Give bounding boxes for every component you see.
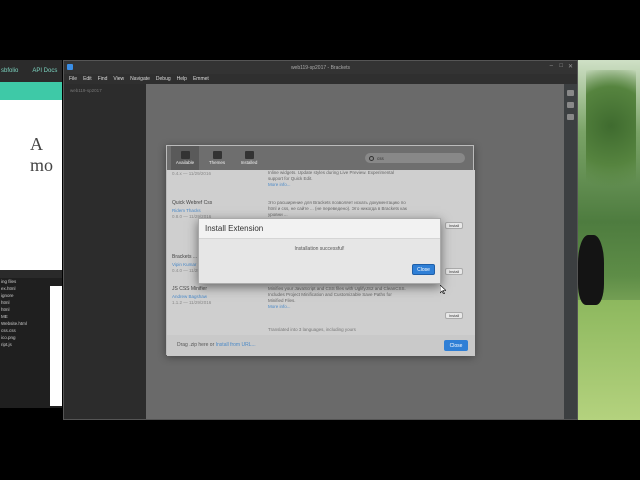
install-button[interactable]: Install	[445, 268, 463, 275]
minimize-icon[interactable]: –	[550, 63, 553, 69]
menu-help[interactable]: Help	[177, 76, 187, 82]
menu-view[interactable]: View	[113, 76, 124, 82]
extension-name: JS CSS Minifier	[172, 286, 208, 292]
project-sidebar: web119-sp2017	[64, 84, 146, 419]
background-hero-text: A mo	[30, 134, 54, 175]
tab-available[interactable]: Available	[171, 146, 199, 170]
extension-description: Это расширение для Brackets позволяет ис…	[268, 200, 407, 217]
menu-bar: File Edit Find View Navigate Debug Help …	[64, 74, 577, 84]
extension-name: Quick Webref Css	[172, 200, 213, 206]
menu-navigate[interactable]: Navigate	[130, 76, 150, 82]
extension-footer: Drag .zip here or Install from URL... Cl…	[167, 335, 475, 356]
background-spacer	[0, 100, 62, 114]
project-name[interactable]: web119-sp2017	[64, 84, 146, 97]
install-dialog-title: Install Extension	[199, 219, 440, 239]
extension-description: Inline widgets. Update styles during Liv…	[268, 170, 408, 188]
dog-image	[578, 235, 604, 305]
tab-label: Available	[175, 160, 195, 165]
window-title: web119-sp2017 - Brackets	[290, 64, 351, 71]
extension-manager-close-button[interactable]: Close	[444, 340, 468, 351]
live-preview-icon[interactable]	[567, 90, 574, 96]
mouse-cursor-icon	[439, 281, 447, 299]
search-icon	[369, 155, 374, 161]
brackets-app-icon	[67, 64, 73, 70]
available-icon	[180, 151, 190, 159]
letterbox-top	[0, 0, 640, 60]
title-bar[interactable]: web119-sp2017 - Brackets – □ ✕	[64, 61, 577, 74]
search-value: css	[377, 155, 384, 161]
background-editor: ing files ex.html ignore html html ME We…	[0, 278, 62, 408]
bg-editor-line: ing files	[1, 279, 17, 284]
menu-debug[interactable]: Debug	[156, 76, 171, 82]
install-extension-dialog: Install Extension Installation successfu…	[198, 218, 441, 284]
right-toolbar	[564, 84, 577, 419]
extension-author[interactable]: Ridem Thacks	[172, 208, 201, 213]
extension-version: 1.1.2 — 11/29/2016	[172, 300, 212, 305]
extension-description: Minifies your JavaScript and CSS files w…	[268, 286, 408, 310]
more-info-link[interactable]: More info...	[268, 304, 291, 309]
background-strip	[0, 270, 62, 278]
bg-nav-item: API Docs	[32, 68, 58, 74]
menu-file[interactable]: File	[69, 76, 77, 82]
extension-search-input[interactable]: css	[365, 153, 465, 163]
close-icon[interactable]: ✕	[568, 63, 573, 70]
extension-description-text: Minifies your JavaScript and CSS files w…	[268, 286, 406, 303]
install-button[interactable]: Install	[445, 312, 463, 319]
tab-installed[interactable]: Installed	[235, 146, 263, 170]
install-dialog-message: Installation successful!	[294, 246, 345, 252]
install-dialog-close-button[interactable]: Close	[412, 264, 435, 275]
toolbar-icon[interactable]	[567, 114, 574, 120]
tree-image	[586, 70, 636, 210]
background-banner	[0, 82, 62, 100]
extension-version: 0.4.x — 11/29/2016	[172, 171, 211, 176]
installed-icon	[244, 151, 254, 159]
drag-zip-label: Drag .zip here or	[177, 342, 215, 348]
extension-description-text: Inline widgets. Update styles during Liv…	[268, 170, 395, 181]
background-photo	[578, 60, 640, 420]
menu-find[interactable]: Find	[98, 76, 108, 82]
more-info-link[interactable]: More info...	[268, 182, 291, 187]
bg-editor-pane	[50, 286, 62, 406]
letterbox-bottom	[0, 420, 640, 480]
extension-name: Brackets ...	[172, 254, 198, 260]
maximize-icon[interactable]: □	[559, 63, 563, 69]
translated-note: Translated into 3 languages, including y…	[268, 327, 356, 332]
grass-image	[578, 300, 640, 420]
extension-author[interactable]: Andrew Bagshaw	[172, 294, 207, 299]
menu-edit[interactable]: Edit	[83, 76, 92, 82]
bg-nav-item: sbfolio	[1, 68, 19, 74]
tab-label: Installed	[240, 160, 258, 165]
extension-manager-icon[interactable]	[567, 102, 574, 108]
install-from-url-link[interactable]: Install from URL...	[216, 342, 256, 348]
tab-label: Themes	[208, 160, 226, 165]
drag-zip-text: Drag .zip here or Install from URL...	[177, 342, 256, 348]
themes-icon	[212, 151, 222, 159]
menu-emmet[interactable]: Emmet	[193, 76, 209, 82]
extension-author[interactable]: Vipin Kumar	[172, 262, 196, 267]
tab-themes[interactable]: Themes	[203, 146, 231, 170]
background-browser: sbfolio API Docs A mo	[0, 60, 62, 270]
install-button[interactable]: Install	[445, 222, 463, 229]
background-nav: sbfolio API Docs	[0, 60, 62, 82]
